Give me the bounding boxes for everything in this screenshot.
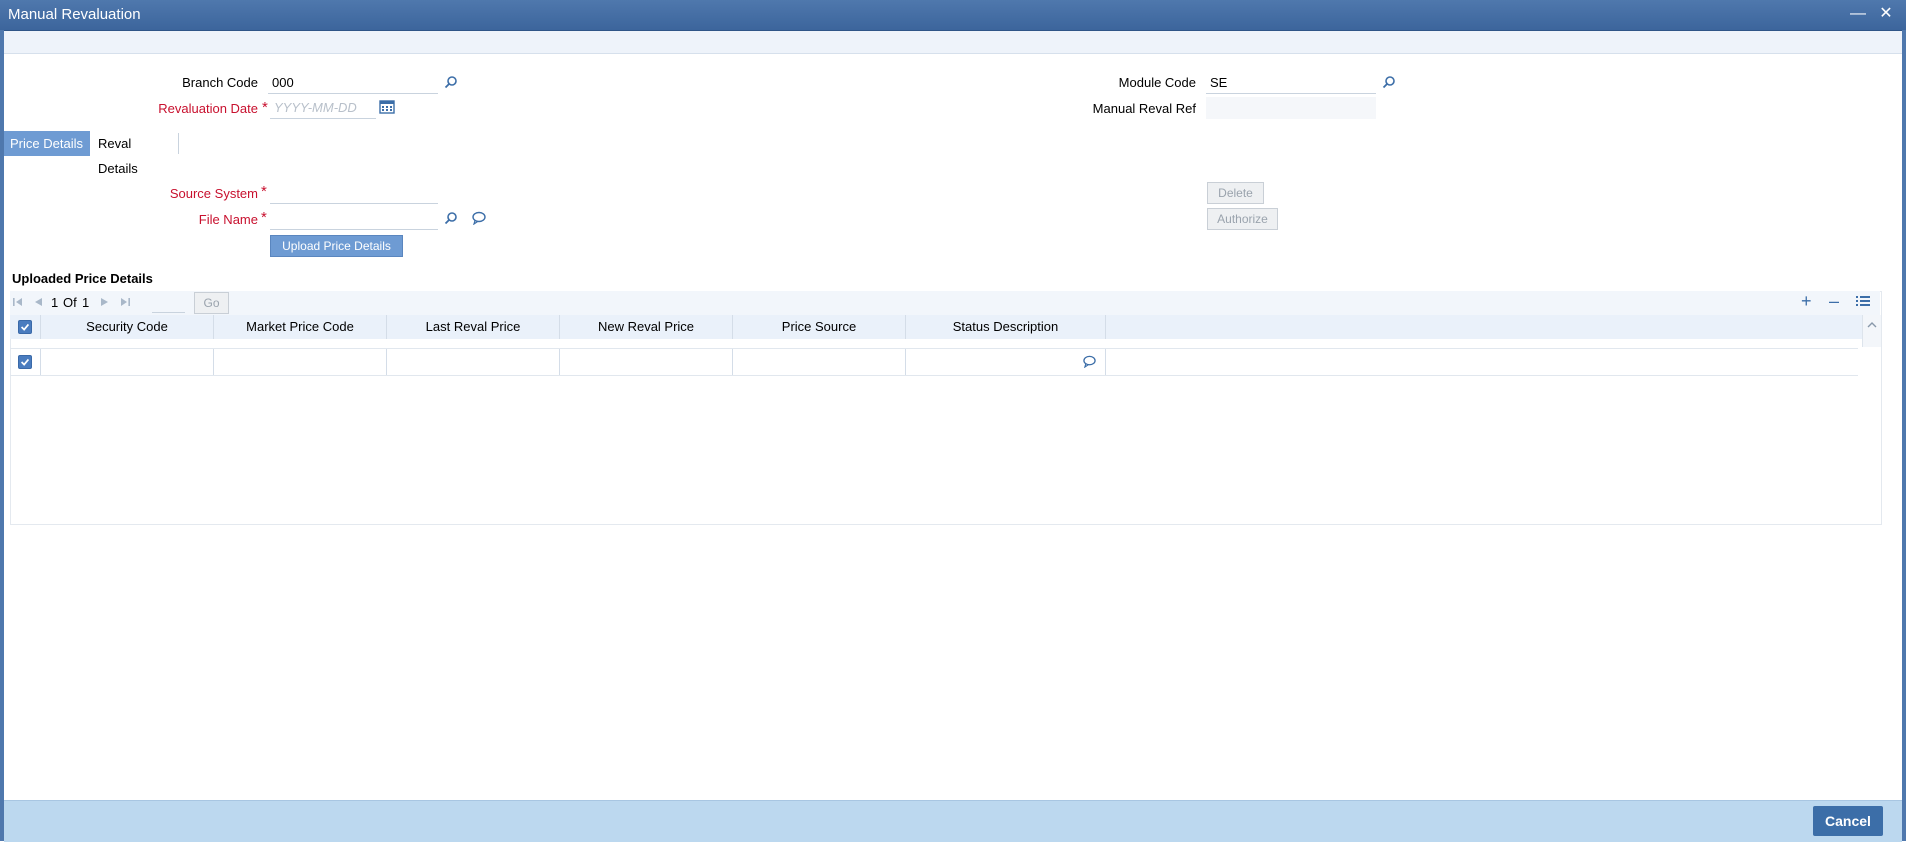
cancel-button[interactable]: Cancel (1813, 806, 1883, 836)
cell-price-source[interactable] (733, 349, 906, 375)
add-row-icon[interactable]: + (1801, 291, 1812, 312)
module-code-input[interactable] (1206, 72, 1376, 94)
source-system-required-mark: * (261, 183, 267, 200)
manual-reval-ref-input[interactable] (1206, 97, 1376, 119)
minimize-icon[interactable]: — (1848, 4, 1868, 24)
pager-current: 1 (51, 295, 59, 310)
cell-security-code[interactable] (41, 349, 214, 375)
select-all-cell (10, 315, 41, 339)
title-bar (0, 0, 1906, 31)
file-name-label: File Name (198, 212, 258, 227)
branch-code-search-icon[interactable] (444, 75, 458, 89)
column-header-price-source[interactable]: Price Source (733, 315, 906, 339)
grid-pager (10, 291, 1880, 315)
footer-bar (4, 800, 1902, 842)
revaluation-date-required-mark: * (262, 99, 268, 116)
cell-last-reval-price[interactable] (387, 349, 560, 375)
authorize-button[interactable]: Authorize (1207, 208, 1278, 230)
grid-scrollbar[interactable] (1862, 315, 1881, 347)
column-header-security-code[interactable]: Security Code (41, 315, 214, 339)
tab-divider (178, 133, 179, 154)
file-name-search-icon[interactable] (444, 211, 458, 225)
row-checkbox[interactable] (18, 355, 32, 369)
pager-page-input[interactable] (152, 293, 185, 313)
revaluation-date-label: Revaluation Date (158, 101, 258, 116)
pager-of-label: Of (63, 295, 77, 310)
column-header-new-reval-price[interactable]: New Reval Price (560, 315, 733, 339)
check-icon (20, 323, 30, 331)
next-page-icon[interactable] (99, 296, 111, 308)
pager-total: 1 (82, 295, 90, 310)
select-all-checkbox[interactable] (18, 320, 32, 334)
row-select-cell (10, 349, 41, 375)
file-name-comment-icon[interactable] (471, 211, 487, 225)
file-name-required-mark: * (261, 209, 267, 226)
toolbar-strip (4, 31, 1902, 54)
grid-title: Uploaded Price Details (12, 271, 153, 286)
delete-row-icon[interactable]: – (1829, 291, 1839, 312)
check-icon (20, 358, 30, 366)
last-page-icon[interactable] (119, 296, 131, 308)
window-frame-right (1902, 30, 1906, 841)
source-system-input[interactable] (270, 182, 438, 204)
close-icon[interactable]: ✕ (1876, 4, 1896, 24)
delete-button[interactable]: Delete (1207, 182, 1264, 204)
tab-reval-details[interactable]: Reval Details (92, 131, 178, 176)
table-row[interactable] (10, 348, 1858, 376)
upload-price-details-button[interactable]: Upload Price Details (270, 235, 403, 257)
module-code-label: Module Code (1118, 75, 1196, 90)
branch-code-label: Branch Code (182, 75, 258, 90)
first-page-icon[interactable] (12, 296, 24, 308)
branch-code-input[interactable] (268, 72, 438, 94)
cell-market-price-code[interactable] (214, 349, 387, 375)
module-code-search-icon[interactable] (1382, 75, 1396, 89)
window-title: Manual Revaluation (8, 6, 141, 23)
column-header-market-price-code[interactable]: Market Price Code (214, 315, 387, 339)
file-name-input[interactable] (270, 208, 438, 230)
column-header-status-description[interactable]: Status Description (906, 315, 1106, 339)
cell-new-reval-price[interactable] (560, 349, 733, 375)
prev-page-icon[interactable] (32, 296, 44, 308)
tab-price-details[interactable]: Price Details (4, 131, 90, 156)
single-view-icon[interactable] (1856, 295, 1870, 307)
calendar-icon[interactable] (379, 99, 395, 114)
scroll-up-icon[interactable] (1866, 319, 1878, 331)
manual-reval-ref-label: Manual Reval Ref (1092, 101, 1196, 116)
column-header-last-reval-price[interactable]: Last Reval Price (387, 315, 560, 339)
cell-status-description[interactable] (906, 349, 1106, 375)
pager-go-button[interactable]: Go (194, 292, 229, 314)
revaluation-date-input[interactable] (270, 97, 376, 119)
source-system-label: Source System (169, 186, 258, 201)
status-description-comment-icon[interactable] (1082, 355, 1097, 368)
grid-header: Security Code Market Price Code Last Rev… (10, 315, 1862, 339)
